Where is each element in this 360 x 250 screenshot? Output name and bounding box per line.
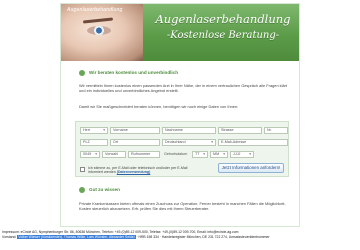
board-members-selection: Volker Wiewer (Vorsitzender), Thomas Wil… — [17, 235, 136, 239]
lastname-field[interactable]: Nachname — [162, 127, 216, 134]
country-select[interactable]: Deutschland — [162, 139, 216, 146]
phone-row: 0049 Vorwahl Rufnummer Geburtsdatum TT M… — [80, 151, 254, 158]
board-line: Vorstand: Volker Wiewer (Vorsitzender), … — [2, 235, 270, 239]
bullet-icon — [79, 187, 85, 193]
contact-form: Herr Vorname Nachname Strasse Nr. PLZ Or… — [75, 121, 289, 177]
address-row: PLZ Ort Deutschland E-Mail-Adresse — [80, 139, 288, 146]
data-usage-link[interactable]: (Datenverwendung) — [117, 170, 151, 174]
birth-year-select[interactable]: JJJJ — [230, 151, 254, 158]
firstname-field[interactable]: Vorname — [110, 127, 160, 134]
banner-title: Augenlaserbehandlung — [155, 12, 291, 26]
intro-heading: Wir beraten kostenlos und unverbindlich — [79, 70, 178, 76]
areacode-field[interactable]: Vorwahl — [102, 151, 126, 158]
knowledge-text: Private Krankenkassen bieten oftmals ein… — [79, 201, 286, 211]
houseno-field[interactable]: Nr. — [264, 127, 288, 134]
email-field[interactable]: E-Mail-Adresse — [218, 139, 288, 146]
eyebrow-shape — [82, 17, 114, 24]
ad-panel: Augenlaserbehandlung Augenlaserbehandlun… — [60, 3, 300, 227]
consent-checkbox[interactable] — [80, 167, 85, 172]
birth-day-select[interactable]: TT — [192, 151, 208, 158]
imprint-footer: Impressum: eCircle AG, Nymphenburger Str… — [0, 230, 360, 240]
number-field[interactable]: Rufnummer — [128, 151, 160, 158]
banner-kicker: Augenlaserbehandlung — [67, 7, 123, 13]
salutation-select[interactable]: Herr — [80, 127, 108, 134]
eye-shape — [87, 26, 111, 35]
birthdate-label: Geburtsdatum — [164, 152, 188, 156]
phone-prefix-select[interactable]: 0049 — [80, 151, 100, 158]
header-banner: Augenlaserbehandlung Augenlaserbehandlun… — [61, 4, 299, 61]
intro-text: Wir vermitteln Ihnen kostenlos einen pas… — [79, 83, 288, 93]
consent-text: Ich stimme zu, per E-Mail oder telefonis… — [88, 166, 188, 175]
name-row: Herr Vorname Nachname Strasse Nr. — [80, 127, 288, 134]
city-field[interactable]: Ort — [110, 139, 160, 146]
street-field[interactable]: Strasse — [218, 127, 262, 134]
banner-subtitle: -Kostenlose Beratung- — [166, 30, 280, 41]
submit-button[interactable]: Jetzt Informationen anfordern! — [218, 163, 284, 173]
bullet-icon — [79, 70, 85, 76]
birth-month-select[interactable]: MM — [210, 151, 228, 158]
intro-request-text: Damit wir Sie maßgeschneidert beraten kö… — [79, 104, 239, 109]
knowledge-heading: Gut zu wissen — [79, 187, 120, 193]
zip-field[interactable]: PLZ — [80, 139, 108, 146]
